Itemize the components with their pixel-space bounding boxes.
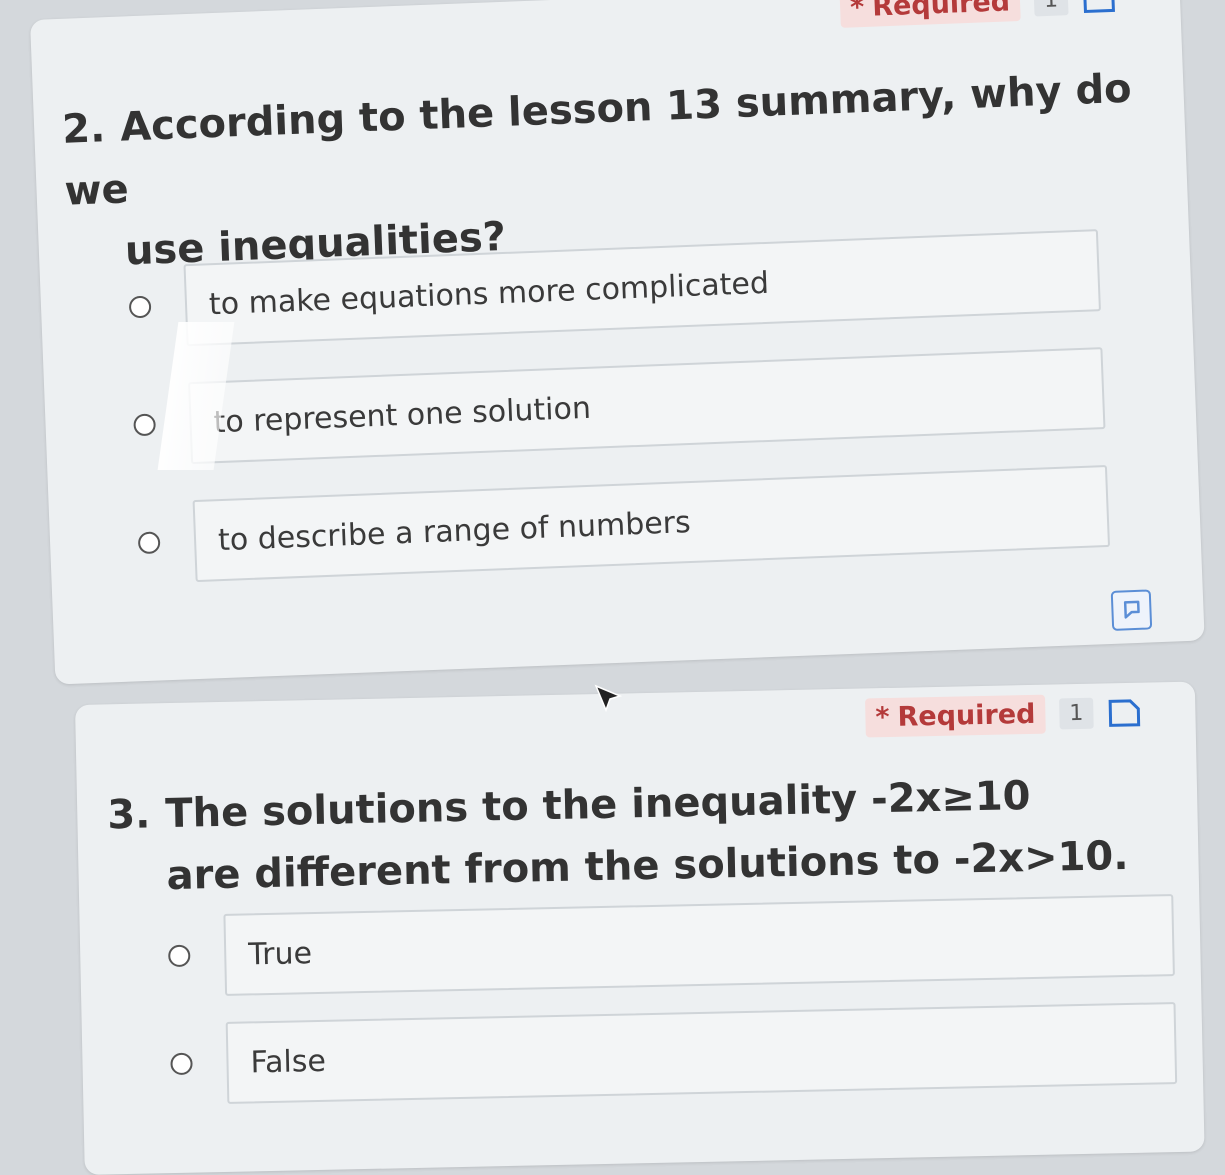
question-text-line-2: are different from the solutions to -2x>… <box>166 832 1129 900</box>
required-label: Required <box>897 698 1036 733</box>
option-box[interactable]: True <box>223 894 1175 996</box>
asterisk-icon: * <box>849 0 865 24</box>
radio-button[interactable] <box>137 531 161 555</box>
required-badge: * Required <box>865 694 1046 738</box>
flag-icon[interactable] <box>1110 589 1153 631</box>
question-number: 2. <box>61 105 107 153</box>
mouse-cursor-icon <box>594 684 624 714</box>
required-badge: * Required <box>839 0 1021 28</box>
radio-button[interactable] <box>170 1052 193 1076</box>
option-label: to represent one solution <box>212 390 592 440</box>
option-label: True <box>247 935 313 972</box>
option-false[interactable]: False <box>170 1002 1178 1105</box>
radio-button[interactable] <box>128 295 152 319</box>
option-box[interactable]: to represent one solution <box>188 347 1106 465</box>
question-text-line-1: The solutions to the inequality -2x≥10 <box>164 773 1031 838</box>
required-label: Required <box>871 0 1011 23</box>
points-badge: 1 <box>1033 0 1069 17</box>
bookmark-icon[interactable] <box>1081 0 1116 14</box>
bookmark-icon[interactable] <box>1107 697 1142 728</box>
option-box[interactable]: to describe a range of numbers <box>192 464 1111 583</box>
asterisk-icon: * <box>875 701 890 734</box>
option-label: to describe a range of numbers <box>217 504 692 558</box>
radio-button[interactable] <box>133 413 157 437</box>
question-header: * Required 1 <box>865 693 1142 738</box>
option-label: False <box>250 1043 327 1080</box>
question-header: * Required 1 <box>839 0 1116 28</box>
option-box[interactable]: False <box>225 1002 1178 1104</box>
option-label: to make equations more complicated <box>208 265 770 322</box>
points-badge: 1 <box>1059 697 1094 730</box>
radio-button[interactable] <box>168 944 191 968</box>
question-title: 3. The solutions to the inequality -2x≥10… <box>107 763 1129 908</box>
question-number: 3. <box>106 791 151 839</box>
option-range-of-numbers[interactable]: to describe a range of numbers <box>137 464 1111 584</box>
option-one-solution[interactable]: to represent one solution <box>132 347 1106 466</box>
option-true[interactable]: True <box>167 894 1175 997</box>
question-card-3: * Required 1 3. The solutions to the ineq… <box>75 681 1205 1175</box>
